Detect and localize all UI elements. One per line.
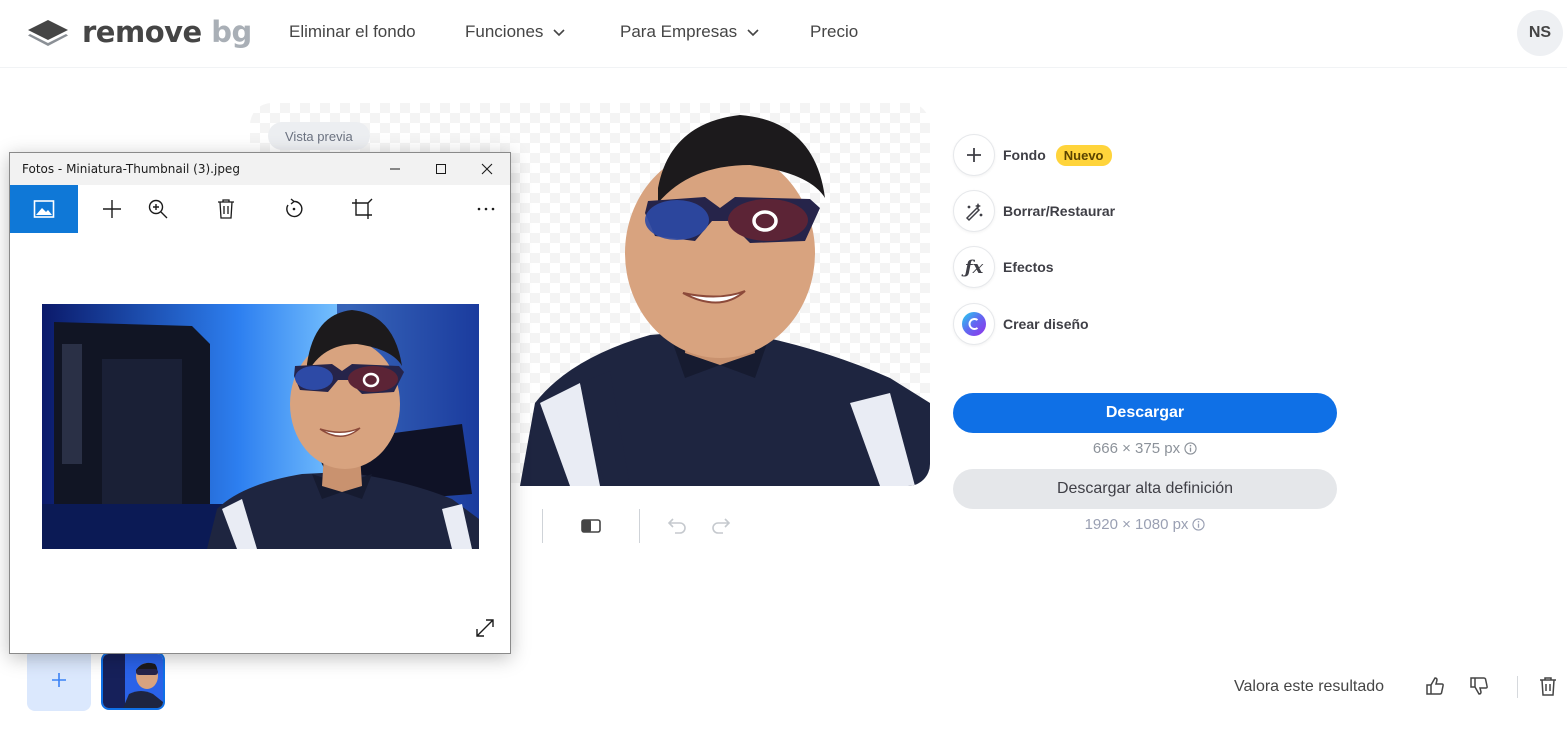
tool-button[interactable]	[953, 134, 995, 176]
removebg-logo[interactable]: remove bg	[26, 14, 252, 50]
trash-icon	[1540, 677, 1556, 696]
tool-button[interactable]	[953, 303, 995, 345]
nav-label: Para Empresas	[620, 22, 738, 41]
create-design-tool[interactable]: Crear diseño	[953, 303, 1089, 345]
maximize-button[interactable]	[418, 153, 464, 185]
divider	[639, 509, 640, 543]
download-hd-resolution: 1920 × 1080 px	[953, 516, 1337, 533]
preview-tag: Vista previa	[268, 122, 370, 150]
download-button-label: Descargar	[1105, 404, 1185, 421]
download-button[interactable]: Descargar	[953, 393, 1337, 433]
divider	[542, 509, 543, 543]
background-tool[interactable]: Fondo Nuevo	[953, 134, 1112, 176]
thumbs-down-icon	[1470, 677, 1488, 695]
rotate-icon	[286, 198, 303, 218]
add-image-button[interactable]	[27, 648, 91, 711]
crop-button[interactable]	[342, 185, 382, 233]
minimize-icon	[390, 168, 400, 170]
canva-logo-icon	[962, 312, 986, 336]
minimize-button[interactable]	[372, 153, 418, 185]
avatar-initials: NS	[1528, 24, 1552, 41]
tool-label: Crear diseño	[1003, 316, 1089, 332]
download-hd-button-label: Descargar alta definición	[1056, 480, 1234, 497]
crop-icon	[352, 198, 373, 219]
nav-label: Funciones	[465, 22, 544, 41]
resolution-text: 1920 × 1080 px	[1084, 516, 1189, 533]
thumbnail-image	[103, 654, 163, 708]
plus-icon	[103, 200, 121, 218]
user-avatar[interactable]: NS	[1517, 10, 1563, 56]
expand-icon	[476, 619, 494, 637]
logo-stack-icon	[28, 20, 68, 46]
magic-brush-icon	[965, 203, 983, 222]
window-title-bar[interactable]: Fotos - Miniatura-Thumbnail (3).jpeg	[10, 153, 510, 185]
trash-icon	[218, 199, 234, 219]
nav-features[interactable]: Funciones	[465, 22, 566, 42]
add-to-button[interactable]	[92, 185, 132, 233]
undo-button[interactable]	[666, 515, 690, 537]
new-badge: Nuevo	[1055, 144, 1112, 166]
thumbs-up-button[interactable]	[1424, 675, 1448, 699]
rating-label: Valora este resultado	[1234, 678, 1384, 696]
top-navigation-bar: remove bg Eliminar el fondo Funciones Pa…	[0, 0, 1567, 68]
zoom-in-icon	[148, 199, 168, 219]
tool-label: Borrar/Restaurar	[1003, 203, 1116, 219]
tool-button[interactable]	[953, 190, 995, 232]
more-options-button[interactable]	[466, 185, 506, 233]
fullscreen-button[interactable]	[474, 617, 498, 641]
fx-icon: ƒx	[964, 256, 984, 278]
zoom-button[interactable]	[138, 185, 178, 233]
image-icon	[33, 200, 55, 218]
nav-remove-background[interactable]: Eliminar el fondo	[289, 22, 416, 42]
download-resolution: 666 × 375 px	[953, 440, 1337, 457]
maximize-icon	[436, 164, 446, 174]
logo-accent-text: bg	[211, 15, 252, 49]
nav-label: Precio	[810, 22, 859, 41]
close-button[interactable]	[464, 153, 510, 185]
view-photo-button[interactable]	[10, 185, 78, 233]
redo-button[interactable]	[710, 515, 734, 537]
nav-business[interactable]: Para Empresas	[620, 22, 759, 42]
nav-label: Eliminar el fondo	[289, 22, 416, 41]
thumbs-up-icon	[1426, 677, 1444, 695]
thumbs-down-button[interactable]	[1468, 675, 1492, 699]
window-title: Fotos - Miniatura-Thumbnail (3).jpeg	[22, 162, 240, 176]
rating-text: Valora este resultado	[1234, 678, 1385, 695]
effects-tool[interactable]: ƒx Efectos	[953, 246, 1054, 288]
logo-main-text: remove	[82, 15, 202, 49]
image-thumbnail[interactable]	[101, 652, 165, 710]
rotate-button[interactable]	[274, 185, 314, 233]
tool-label: Efectos	[1003, 259, 1054, 275]
tool-button[interactable]: ƒx	[953, 246, 995, 288]
delete-button[interactable]	[1537, 675, 1561, 699]
delete-photo-button[interactable]	[206, 185, 246, 233]
original-photo-image	[42, 304, 479, 549]
chevron-down-icon	[553, 29, 566, 37]
compare-toggle-button[interactable]	[578, 515, 604, 537]
info-icon[interactable]	[1192, 518, 1206, 531]
resolution-text: 666 × 375 px	[1092, 440, 1181, 457]
photos-toolbar	[10, 185, 510, 233]
info-icon[interactable]	[1184, 442, 1197, 455]
undo-icon	[667, 518, 686, 534]
tool-label: Fondo	[1003, 147, 1046, 163]
download-hd-button[interactable]: Descargar alta definición	[953, 469, 1337, 509]
chevron-down-icon	[747, 29, 759, 37]
erase-restore-tool[interactable]: Borrar/Restaurar	[953, 190, 1115, 232]
plus-icon	[52, 672, 66, 687]
ellipsis-icon	[477, 207, 495, 211]
photos-app-window[interactable]: Fotos - Miniatura-Thumbnail (3).jpeg	[9, 152, 511, 654]
plus-icon	[967, 148, 981, 162]
preview-tag-label: Vista previa	[285, 128, 353, 144]
redo-icon	[712, 518, 731, 534]
nav-pricing[interactable]: Precio	[810, 22, 858, 42]
compare-icon	[581, 519, 601, 533]
logo-wordmark: remove bg	[82, 15, 252, 49]
original-photo	[42, 304, 479, 549]
divider	[1517, 676, 1518, 698]
close-icon	[481, 163, 493, 175]
